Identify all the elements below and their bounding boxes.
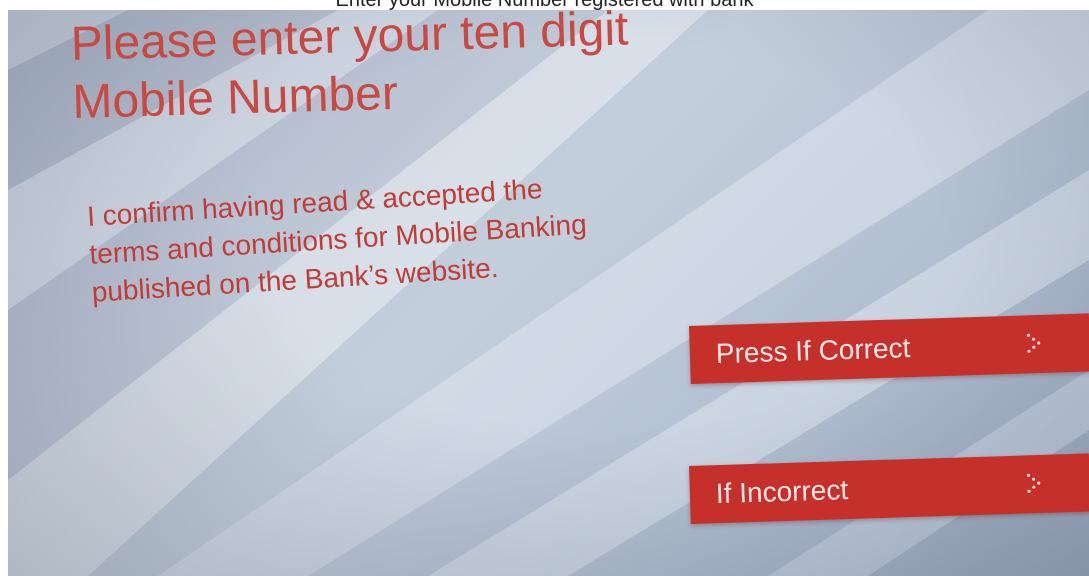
chevron-right-icon <box>1026 473 1041 493</box>
caption: Enter your Mobile Number registered with… <box>0 0 1089 10</box>
atm-screen: Please enter your ten digit Mobile Numbe… <box>8 10 1089 576</box>
press-if-correct-label: Press If Correct <box>715 332 911 370</box>
caption-text: Enter your Mobile Number registered with… <box>336 0 754 10</box>
if-incorrect-label: If Incorrect <box>715 474 849 510</box>
chevron-right-icon <box>1026 333 1041 353</box>
